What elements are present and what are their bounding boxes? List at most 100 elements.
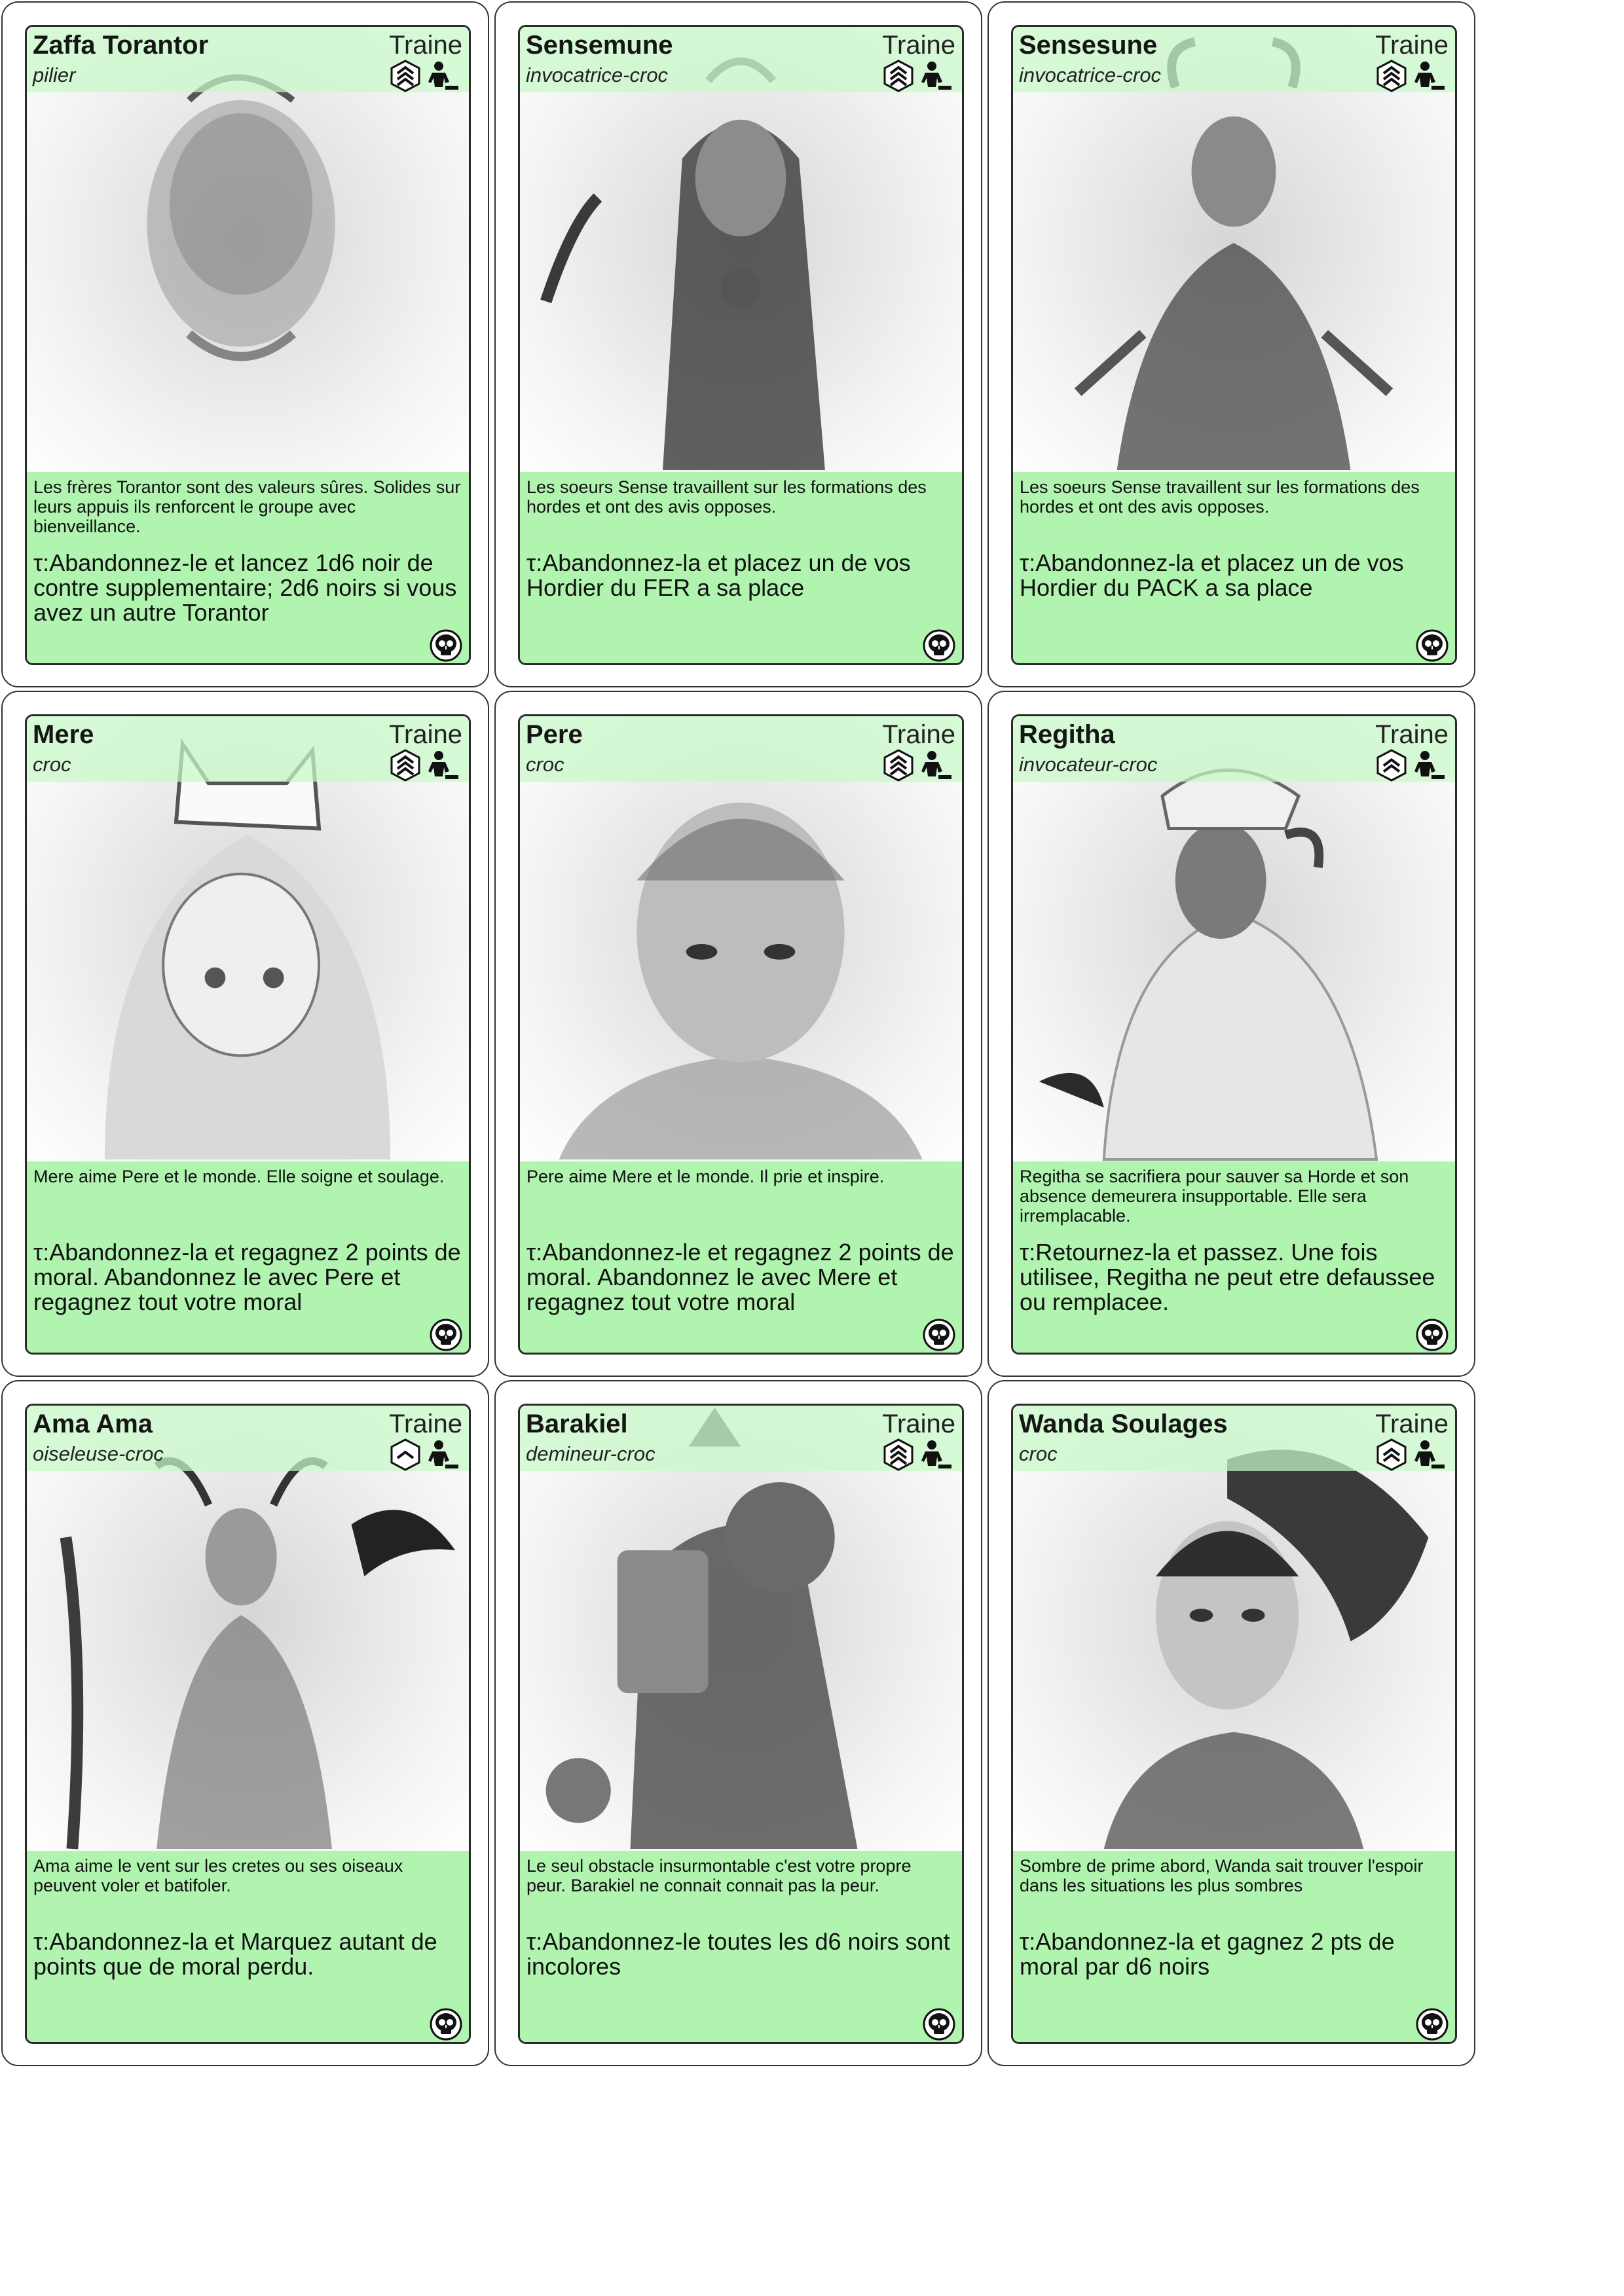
rank-chevron-icon [390,749,420,782]
card-flavor: Les soeurs Sense travaillent sur les for… [526,477,927,517]
card-ability: τ:Abandonnez-la et placez un de vos Hord… [526,549,911,601]
card-badges [389,60,465,95]
worker-icon [428,751,458,779]
card-pere: Pere croc Traine Pere aime Mere et le mo… [494,691,982,1377]
skull-icon [430,2008,462,2041]
card-frame: Wanda Soulages croc Traine Sombre de pri… [1011,1404,1457,2044]
card-type: Traine [389,720,462,749]
card-text-panel: Mere aime Pere et le monde. Elle soigne … [27,1161,469,1353]
card-ability: τ:Abandonnez-la et Marquez autant de poi… [33,1928,437,1980]
card-flavor: Mere aime Pere et le monde. Elle soigne … [33,1167,445,1186]
rank-chevron-icon [883,1438,913,1471]
card-header: Zaffa Torantor pilier Traine [27,27,469,92]
worker-icon [428,62,458,90]
worker-icon [428,1440,458,1468]
card-text-panel: Les soeurs Sense travaillent sur les for… [520,472,962,663]
card-role: invocatrice-croc [1019,64,1162,86]
card-header: Mere croc Traine [27,716,469,782]
card-role: oiseleuse-croc [33,1442,164,1465]
card-ability: τ:Abandonnez-le et regagnez 2 points de … [526,1239,954,1315]
card-flavor: Le seul obstacle insurmontable c'est vot… [526,1856,912,1895]
card-type: Traine [1375,1410,1449,1438]
card-frame: Pere croc Traine Pere aime Mere et le mo… [518,714,964,1355]
worker-icon [921,1440,951,1468]
worker-icon [1414,751,1445,779]
rank-chevron-icon [883,749,913,782]
worker-icon [921,62,951,90]
card-name: Sensesune [1019,31,1158,60]
card-ability: τ:Retournez-la et passez. Une fois utili… [1020,1239,1435,1315]
card-badges [882,60,958,95]
card-text-panel: Ama aime le vent sur les cretes ou ses o… [27,1851,469,2042]
card-badges [389,1438,465,1474]
card-name: Zaffa Torantor [33,31,209,60]
card-frame: Sensemune invocatrice-croc Traine Les so… [518,25,964,665]
card-type: Traine [1375,720,1449,749]
card-role: croc [1019,1442,1058,1465]
card-ability: τ:Abandonnez-la et placez un de vos Hord… [1020,549,1404,601]
card-frame: Barakiel demineur-croc Traine Le seul ob… [518,1404,964,2044]
card-text-panel: Pere aime Mere et le monde. Il prie et i… [520,1161,962,1353]
card-zaffa-torantor: Zaffa Torantor pilier Traine Les frères … [1,1,489,687]
card-frame: Ama Ama oiseleuse-croc Traine Ama aime l… [25,1404,471,2044]
worker-icon [1414,1440,1445,1468]
card-text-panel: Les frères Torantor sont des valeurs sûr… [27,472,469,663]
card-flavor: Regitha se sacrifiera pour sauver sa Hor… [1020,1167,1409,1226]
card-type: Traine [882,720,955,749]
card-text-panel: Sombre de prime abord, Wanda sait trouve… [1013,1851,1455,2042]
skull-icon [430,629,462,662]
card-barakiel: Barakiel demineur-croc Traine Le seul ob… [494,1380,982,2066]
card-type: Traine [1375,31,1449,60]
card-header: Ama Ama oiseleuse-croc Traine [27,1406,469,1471]
card-type: Traine [389,31,462,60]
rank-chevron-icon [390,1438,420,1471]
card-role: croc [526,753,564,776]
card-badges [882,749,958,784]
card-badges [1375,749,1451,784]
card-text-panel: Les soeurs Sense travaillent sur les for… [1013,472,1455,663]
rank-chevron-icon [1376,1438,1407,1471]
card-name: Regitha [1019,720,1115,749]
card-ability: τ:Abandonnez-le toutes les d6 noirs sont… [526,1928,950,1980]
card-wanda-soulages: Wanda Soulages croc Traine Sombre de pri… [987,1380,1475,2066]
card-flavor: Sombre de prime abord, Wanda sait trouve… [1020,1856,1424,1895]
card-header: Pere croc Traine [520,716,962,782]
card-frame: Sensesune invocatrice-croc Traine Les so… [1011,25,1457,665]
card-role: demineur-croc [526,1442,655,1465]
card-frame: Zaffa Torantor pilier Traine Les frères … [25,25,471,665]
card-ability: τ:Abandonnez-la et regagnez 2 points de … [33,1239,461,1315]
card-text-panel: Regitha se sacrifiera pour sauver sa Hor… [1013,1161,1455,1353]
card-header: Barakiel demineur-croc Traine [520,1406,962,1471]
card-text-panel: Le seul obstacle insurmontable c'est vot… [520,1851,962,2042]
skull-icon [430,1319,462,1351]
card-name: Mere [33,720,94,749]
card-name: Sensemune [526,31,673,60]
card-type: Traine [389,1410,462,1438]
card-frame: Mere croc Traine Mere aime Pere et le mo… [25,714,471,1355]
rank-chevron-icon [1376,60,1407,92]
skull-icon [1416,1319,1449,1351]
card-regitha: Regitha invocateur-croc Traine Regitha s… [987,691,1475,1377]
rank-chevron-icon [883,60,913,92]
rank-chevron-icon [390,60,420,92]
card-flavor: Pere aime Mere et le monde. Il prie et i… [526,1167,885,1186]
card-role: pilier [33,64,76,86]
worker-icon [921,751,951,779]
card-frame: Regitha invocateur-croc Traine Regitha s… [1011,714,1457,1355]
card-header: Sensesune invocatrice-croc Traine [1013,27,1455,92]
skull-icon [923,1319,955,1351]
card-badges [882,1438,958,1474]
card-type: Traine [882,31,955,60]
card-flavor: Les frères Torantor sont des valeurs sûr… [33,477,461,536]
card-role: invocateur-croc [1019,753,1158,776]
card-name: Wanda Soulages [1019,1410,1228,1438]
card-name: Ama Ama [33,1410,153,1438]
card-flavor: Les soeurs Sense travaillent sur les for… [1020,477,1420,517]
card-ability: τ:Abandonnez-la et gagnez 2 pts de moral… [1020,1928,1395,1980]
card-badges [1375,60,1451,95]
card-sensemune: Sensemune invocatrice-croc Traine Les so… [494,1,982,687]
card-sensesune: Sensesune invocatrice-croc Traine Les so… [987,1,1475,687]
card-header: Sensemune invocatrice-croc Traine [520,27,962,92]
card-ability: τ:Abandonnez-le et lancez 1d6 noir de co… [33,549,457,626]
skull-icon [1416,629,1449,662]
